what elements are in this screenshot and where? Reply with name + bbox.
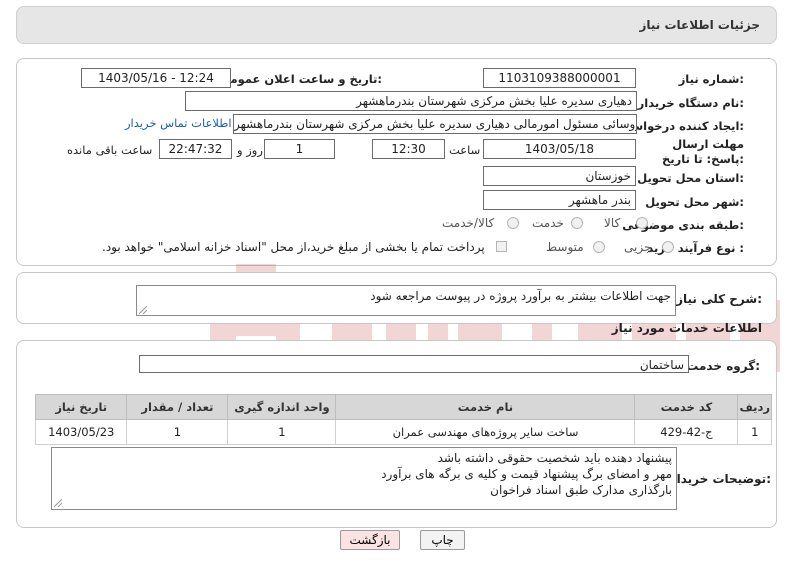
process-radio-medium[interactable] <box>593 241 605 253</box>
summary-textarea[interactable]: جهت اطلاعات بیشتر به برآورد پروژه در پیو… <box>136 285 676 316</box>
service-group-field: ساختمان <box>139 355 689 373</box>
resize-grip-icon <box>139 306 147 314</box>
category-option-goods-service: کالا/خدمت <box>442 216 495 230</box>
process-option-minor: جزیی <box>624 240 652 254</box>
buyer-notes-label: توضیحات خریدار: <box>669 472 771 486</box>
buyer-org-field: دهیاری سدیره علیا بخش مرکزی شهرستان بندر… <box>185 91 637 111</box>
col-service-code: کد خدمت <box>634 394 739 420</box>
services-section-title: اطلاعات خدمات مورد نیاز <box>611 321 762 335</box>
creator-field: علی اصغر چاروسائی مسئول امورمالی دهیاری … <box>233 114 637 134</box>
col-service-name: نام خدمت <box>335 394 636 420</box>
service-group-label: گروه خدمت: <box>686 359 760 373</box>
col-need-date: تاریخ نیاز <box>34 394 128 420</box>
page-title: جزئیات اطلاعات نیاز <box>639 18 760 32</box>
days-field: 1 <box>264 139 335 159</box>
province-label: استان محل تحویل: <box>637 171 744 185</box>
province-field: خوزستان <box>483 166 636 186</box>
cell-service-name: ساخت سایر پروژه‌های مهندسی عمران <box>335 419 636 445</box>
deadline-time-label: ساعت <box>449 143 481 157</box>
days-label: روز و <box>237 143 263 157</box>
buyer-org-label: نام دستگاه خریدار: <box>637 96 744 110</box>
category-option-goods: کالا <box>604 216 621 230</box>
announce-field: 1403/05/16 - 12:24 <box>81 68 231 88</box>
announce-label: تاریخ و ساعت اعلان عمومی: <box>218 72 382 86</box>
category-radio-service[interactable] <box>571 217 583 229</box>
payment-note: پرداخت تمام یا بخشی از مبلغ خرید،از محل … <box>102 240 485 254</box>
deadline-time-field: 12:30 <box>372 139 445 159</box>
category-option-service: خدمت <box>532 216 564 230</box>
process-radio-minor[interactable] <box>662 241 674 253</box>
cell-row-number: 1 <box>737 419 772 445</box>
services-table: ردیف کد خدمت نام خدمت واحد اندازه گیری ت… <box>34 394 772 445</box>
buyer-notes-textarea[interactable]: پیشنهاد دهنده باید شخصیت حقوقی داشته باش… <box>51 447 677 510</box>
col-row-number: ردیف <box>737 394 772 420</box>
resize-grip-icon <box>54 499 62 507</box>
city-label: شهر محل تحویل: <box>645 195 744 209</box>
need-number-field: 1103109388000001 <box>483 68 636 88</box>
creator-label: ایجاد کننده درخواست: <box>619 119 744 133</box>
treasury-checkbox[interactable] <box>496 241 507 252</box>
summary-label: شرح کلی نیاز: <box>676 292 762 306</box>
col-unit: واحد اندازه گیری <box>227 394 337 420</box>
process-option-medium: متوسط <box>546 240 584 254</box>
print-button[interactable]: چاپ <box>420 530 465 550</box>
cell-need-date: 1403/05/23 <box>34 419 128 445</box>
table-row: 1 ج-42-429 ساخت سایر پروژه‌های مهندسی عم… <box>34 419 772 445</box>
cell-unit: 1 <box>227 419 337 445</box>
page-header: جزئیات اطلاعات نیاز <box>16 6 777 44</box>
remaining-label: ساعت باقی مانده <box>67 143 153 157</box>
cell-service-code: ج-42-429 <box>634 419 739 445</box>
category-radio-goods-service[interactable] <box>507 217 519 229</box>
contact-buyer-link[interactable]: اطلاعات تماس خریدار <box>125 116 232 130</box>
col-quantity: تعداد / مقدار <box>126 394 229 420</box>
cell-quantity: 1 <box>126 419 229 445</box>
category-radio-goods[interactable] <box>636 217 648 229</box>
deadline-label: مهلت ارسال پاسخ: تا تاریخ: <box>662 137 744 166</box>
table-header-row: ردیف کد خدمت نام خدمت واحد اندازه گیری ت… <box>34 394 772 420</box>
remaining-time-field: 22:47:32 <box>159 139 232 159</box>
city-field: بندر ماهشهر <box>483 190 636 210</box>
back-button[interactable]: بازگشت <box>340 530 400 550</box>
deadline-date-field: 1403/05/18 <box>483 139 636 159</box>
need-number-label: شماره نیاز: <box>678 72 744 86</box>
